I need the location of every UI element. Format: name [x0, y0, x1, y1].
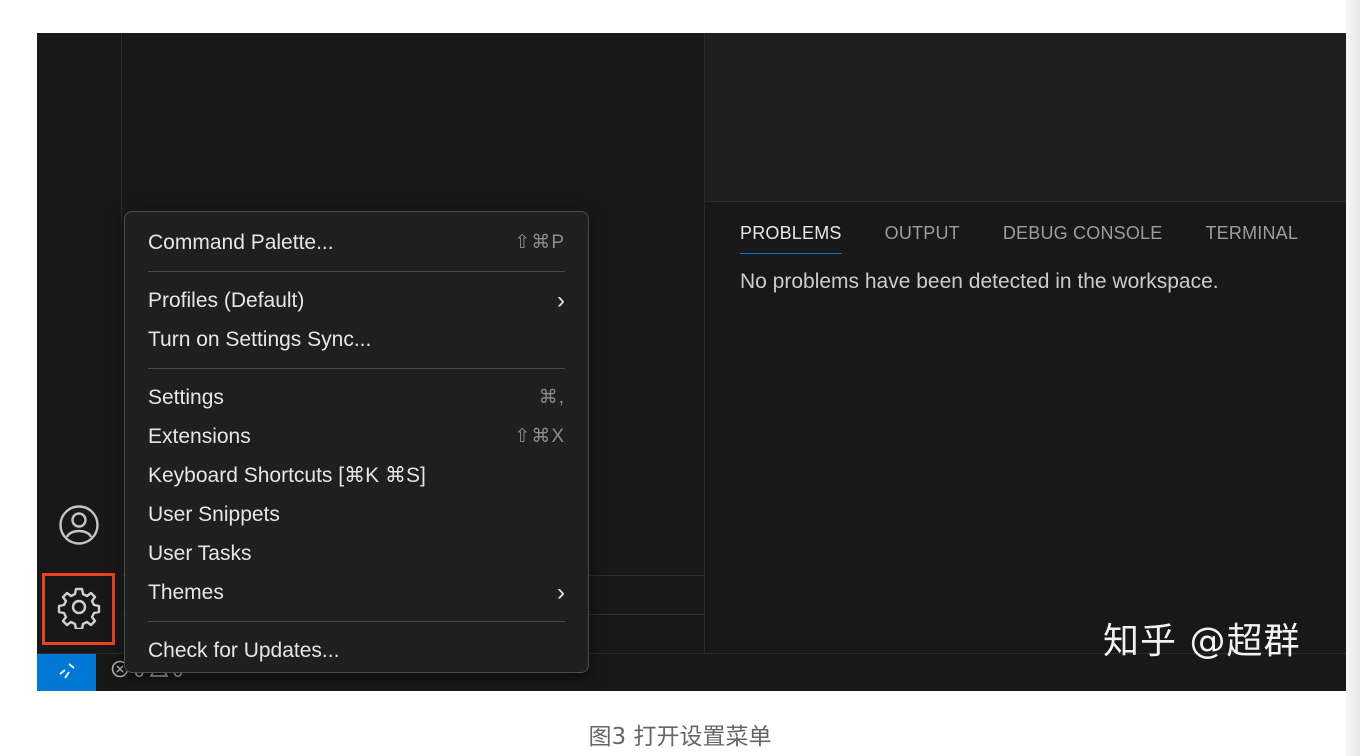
remote-icon [57, 661, 77, 686]
watermark: 知乎 @超群 [1103, 621, 1301, 662]
chevron-right-icon: › [557, 286, 565, 314]
tab-terminal[interactable]: TERMINAL [1205, 223, 1298, 254]
menu-separator [148, 368, 565, 369]
menu-item-label: Settings [148, 385, 224, 409]
tab-output[interactable]: OUTPUT [885, 223, 960, 254]
menu-item-profiles[interactable]: Profiles (Default) › [148, 281, 565, 320]
menu-item-shortcut: ⇧⌘P [514, 232, 565, 253]
menu-item-shortcut: ⇧⌘X [514, 426, 565, 447]
menu-item-command-palette[interactable]: Command Palette... ⇧⌘P [148, 223, 565, 262]
menu-item-label: Check for Updates... [148, 638, 340, 662]
page-edge [1346, 0, 1360, 756]
problems-message: No problems have been detected in the wo… [740, 270, 1219, 293]
account-button[interactable] [57, 504, 101, 551]
menu-item-label: Themes [148, 580, 224, 604]
menu-item-keyboard-shortcuts[interactable]: Keyboard Shortcuts [⌘K ⌘S] [148, 456, 565, 495]
chevron-right-icon: › [557, 578, 565, 606]
menu-item-label: Extensions [148, 424, 251, 448]
account-icon [58, 504, 100, 551]
menu-item-label: Keyboard Shortcuts [⌘K ⌘S] [148, 464, 426, 487]
menu-separator [148, 271, 565, 272]
menu-item-label: Turn on Settings Sync... [148, 327, 372, 351]
activity-bar [37, 33, 122, 653]
menu-separator [148, 621, 565, 622]
editor-area [705, 33, 1346, 202]
panel-tabs: PROBLEMS OUTPUT DEBUG CONSOLE TERMINAL [740, 223, 1298, 254]
tab-debug-console[interactable]: DEBUG CONSOLE [1003, 223, 1163, 254]
menu-item-settings-sync[interactable]: Turn on Settings Sync... [148, 320, 565, 359]
manage-gear-button[interactable] [42, 573, 115, 645]
menu-item-label: Command Palette... [148, 230, 334, 254]
gear-icon [57, 585, 101, 634]
menu-item-user-tasks[interactable]: User Tasks [148, 534, 565, 573]
menu-item-themes[interactable]: Themes › [148, 573, 565, 612]
menu-item-user-snippets[interactable]: User Snippets [148, 495, 565, 534]
manage-menu: Command Palette... ⇧⌘P Profiles (Default… [124, 211, 589, 673]
menu-item-shortcut: ⌘, [538, 387, 565, 408]
vscode-window: PROBLEMS OUTPUT DEBUG CONSOLE TERMINAL N… [37, 33, 1346, 691]
menu-item-label: Profiles (Default) [148, 288, 305, 312]
menu-item-label: User Tasks [148, 541, 252, 565]
remote-button[interactable] [37, 654, 96, 691]
menu-item-extensions[interactable]: Extensions ⇧⌘X [148, 417, 565, 456]
figure-caption: 图3 打开设置菜单 [588, 724, 772, 750]
menu-item-check-updates[interactable]: Check for Updates... [148, 631, 565, 670]
tab-problems[interactable]: PROBLEMS [740, 223, 842, 254]
bottom-panel: PROBLEMS OUTPUT DEBUG CONSOLE TERMINAL N… [705, 202, 1346, 653]
menu-item-settings[interactable]: Settings ⌘, [148, 378, 565, 417]
menu-item-label: User Snippets [148, 502, 280, 526]
